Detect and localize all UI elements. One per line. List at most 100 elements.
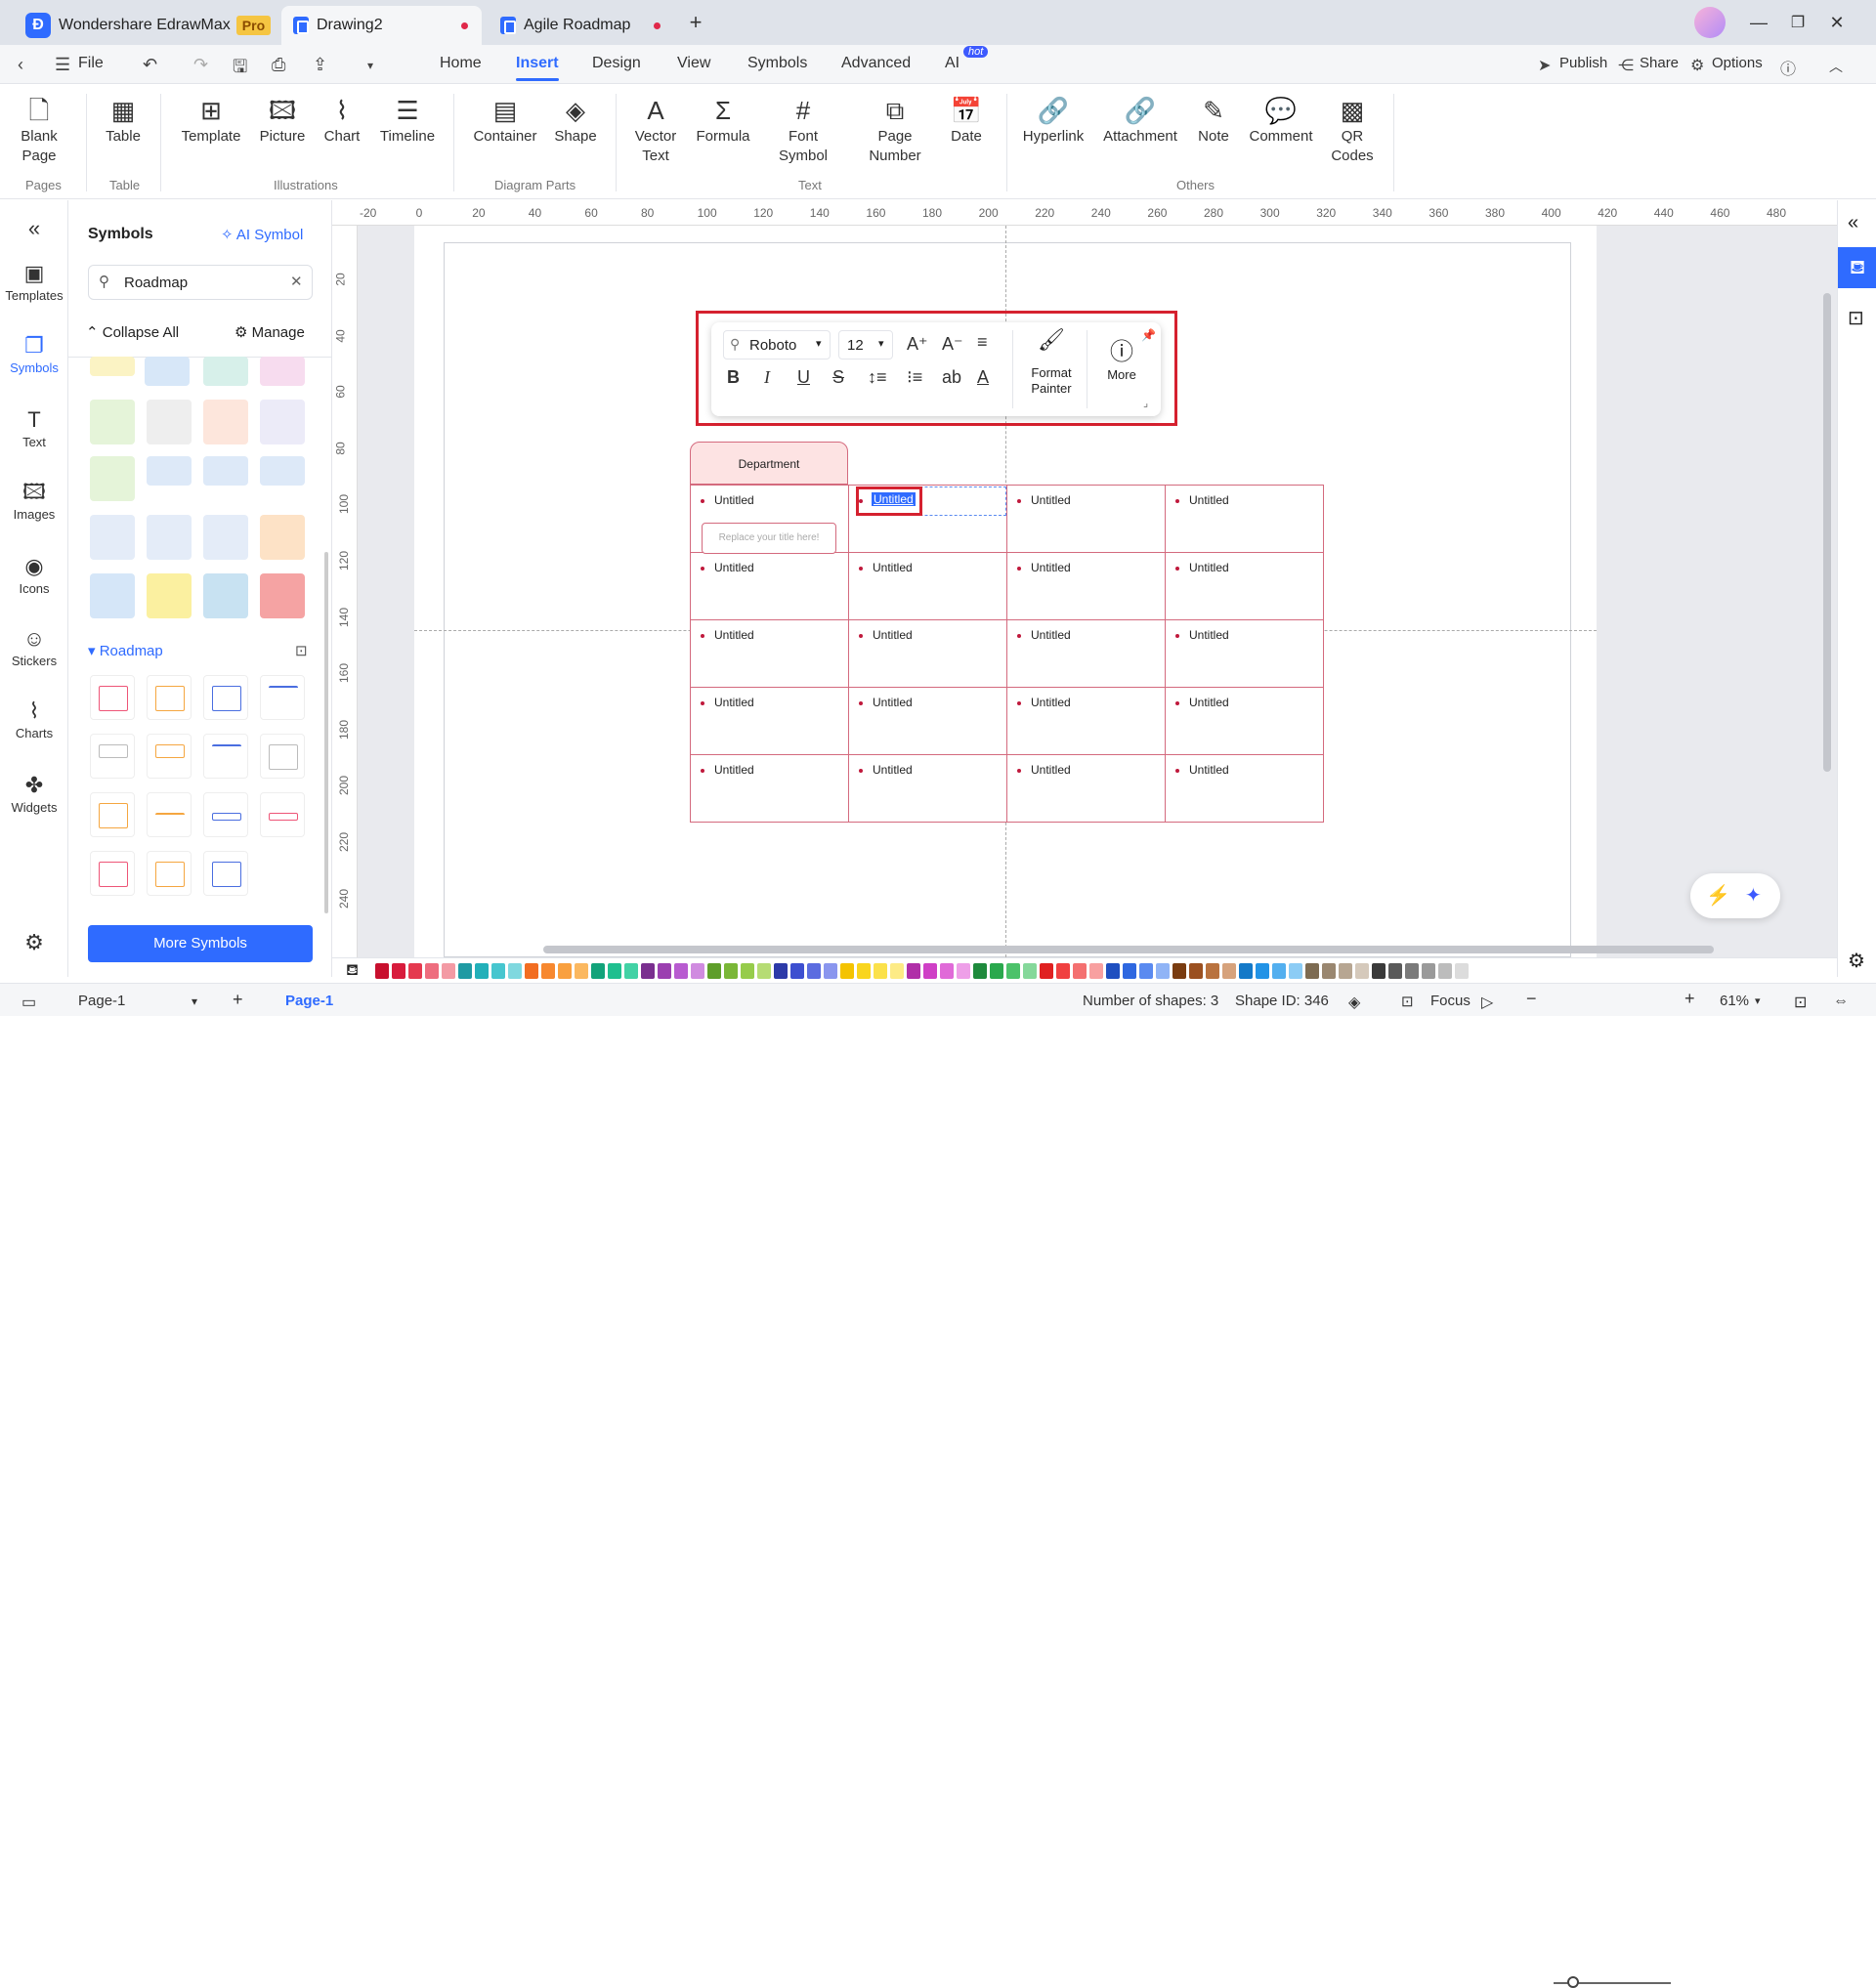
color-swatch[interactable]: [741, 963, 754, 979]
symbol-thumb[interactable]: [260, 515, 305, 560]
ai-symbol-button[interactable]: ✧ AI Symbol: [221, 226, 303, 243]
roadmap-thumb[interactable]: [147, 851, 192, 896]
undo-icon[interactable]: ↶: [143, 55, 157, 75]
symbol-thumb[interactable]: [260, 456, 305, 486]
roadmap-cell[interactable]: Untitled: [1006, 687, 1166, 755]
collapse-ribbon-icon[interactable]: ︿: [1829, 57, 1843, 76]
color-swatch[interactable]: [1106, 963, 1120, 979]
resize-icon[interactable]: ⌟: [1143, 397, 1148, 409]
font-family-select[interactable]: ⚲ Roboto ▾: [723, 330, 831, 360]
color-swatch[interactable]: [1073, 963, 1087, 979]
color-swatch[interactable]: [458, 963, 472, 979]
timeline-button[interactable]: ☰ Timeline: [375, 94, 440, 147]
color-swatch[interactable]: [1172, 963, 1186, 979]
symbol-thumb[interactable]: [260, 573, 305, 618]
roadmap-cell[interactable]: Untitled: [1165, 552, 1324, 620]
color-swatch[interactable]: [724, 963, 738, 979]
color-swatch[interactable]: [674, 963, 688, 979]
avatar[interactable]: [1694, 7, 1726, 38]
symbol-thumb[interactable]: [90, 573, 135, 618]
shape-button[interactable]: ◈ Shape: [551, 94, 600, 147]
italic-icon[interactable]: I: [764, 367, 770, 388]
align-icon[interactable]: ≡: [977, 332, 988, 353]
roadmap-section-header[interactable]: ▾ Roadmap: [88, 642, 163, 659]
roadmap-thumb[interactable]: [203, 792, 248, 837]
color-swatch[interactable]: [1239, 963, 1253, 979]
layers-icon[interactable]: ◈: [1348, 993, 1360, 1012]
color-swatch[interactable]: [807, 963, 821, 979]
color-swatch[interactable]: [1438, 963, 1452, 979]
roadmap-cell[interactable]: Untitled: [690, 687, 849, 755]
menu-ai[interactable]: AI: [945, 55, 959, 72]
bullet-list-icon[interactable]: ⁝≡: [907, 367, 922, 388]
rail-charts[interactable]: ⌇ Charts: [0, 697, 68, 740]
color-swatch[interactable]: [707, 963, 721, 979]
roadmap-thumb[interactable]: [147, 792, 192, 837]
color-swatch[interactable]: [973, 963, 987, 979]
collapse-all-button[interactable]: ⌃ Collapse All: [86, 323, 179, 341]
tab-drawing2[interactable]: Drawing2: [281, 6, 482, 45]
minimize-icon[interactable]: —: [1745, 10, 1772, 35]
color-swatch[interactable]: [790, 963, 804, 979]
decrease-font-icon[interactable]: A⁻: [942, 334, 963, 355]
title-placeholder[interactable]: Replace your title here!: [702, 523, 836, 554]
fit-page-icon[interactable]: ⊡: [1794, 993, 1807, 1012]
zoom-in-icon[interactable]: +: [1684, 989, 1695, 1009]
color-swatch[interactable]: [1372, 963, 1386, 979]
save-icon[interactable]: 🖫: [233, 55, 247, 84]
color-swatch[interactable]: [757, 963, 771, 979]
color-swatch[interactable]: [525, 963, 538, 979]
color-swatch[interactable]: [1206, 963, 1219, 979]
rail-symbols[interactable]: ❐ Symbols: [0, 331, 68, 375]
redo-icon[interactable]: ↷: [193, 55, 208, 75]
color-swatch[interactable]: [940, 963, 954, 979]
symbol-thumb[interactable]: [147, 573, 192, 618]
more-symbols-button[interactable]: More Symbols: [88, 925, 313, 962]
roadmap-cell[interactable]: Untitled: [848, 619, 1007, 688]
color-swatch[interactable]: [1388, 963, 1402, 979]
increase-font-icon[interactable]: A⁺: [907, 334, 928, 355]
color-swatch[interactable]: [857, 963, 871, 979]
file-menu[interactable]: File: [78, 55, 104, 72]
color-swatch[interactable]: [1272, 963, 1286, 979]
roadmap-cell[interactable]: Untitled: [690, 619, 849, 688]
horizontal-scrollbar[interactable]: [543, 946, 1714, 953]
presentation-icon[interactable]: ⊡: [1848, 306, 1864, 330]
zoom-out-icon[interactable]: −: [1526, 989, 1537, 1009]
page-layout-icon[interactable]: ▭: [21, 993, 36, 1012]
settings-icon[interactable]: ⚙: [1848, 949, 1865, 973]
symbol-thumb[interactable]: [147, 400, 192, 444]
roadmap-thumb[interactable]: [260, 734, 305, 779]
menu-symbols[interactable]: Symbols: [747, 55, 807, 72]
date-button[interactable]: 📅 Date: [942, 94, 991, 147]
color-swatch[interactable]: [890, 963, 904, 979]
symbol-thumb[interactable]: [203, 573, 248, 618]
color-swatch[interactable]: [1123, 963, 1136, 979]
page-tab-1[interactable]: Page-1: [285, 993, 333, 1009]
color-swatch[interactable]: [508, 963, 522, 979]
color-swatch[interactable]: [1189, 963, 1203, 979]
color-swatch[interactable]: [824, 963, 837, 979]
font-size-select[interactable]: 12 ▾: [838, 330, 893, 360]
note-button[interactable]: ✎ Note: [1194, 94, 1233, 147]
vertical-scrollbar[interactable]: [1823, 293, 1831, 772]
color-swatch[interactable]: [442, 963, 455, 979]
template-button[interactable]: ⊞ Template: [178, 94, 244, 147]
color-swatch[interactable]: [475, 963, 489, 979]
color-swatch[interactable]: [575, 963, 588, 979]
roadmap-cell[interactable]: Untitled: [1006, 754, 1166, 823]
font-color-icon[interactable]: A: [977, 367, 989, 388]
text-case-icon[interactable]: ab: [942, 367, 961, 388]
roadmap-cell[interactable]: Untitled: [848, 552, 1007, 620]
symbol-thumb[interactable]: [90, 456, 135, 501]
page-select[interactable]: Page-1: [78, 993, 125, 1009]
clear-search-icon[interactable]: ✕: [290, 273, 303, 290]
play-icon[interactable]: ▷: [1481, 993, 1493, 1012]
color-swatch[interactable]: [691, 963, 704, 979]
roadmap-thumb[interactable]: [90, 851, 135, 896]
roadmap-cell[interactable]: Untitled: [1165, 687, 1324, 755]
menu-insert[interactable]: Insert: [516, 55, 559, 81]
comment-button[interactable]: 💬 Comment: [1245, 94, 1317, 147]
roadmap-thumb[interactable]: [203, 675, 248, 720]
close-icon[interactable]: ✕: [1823, 10, 1851, 35]
